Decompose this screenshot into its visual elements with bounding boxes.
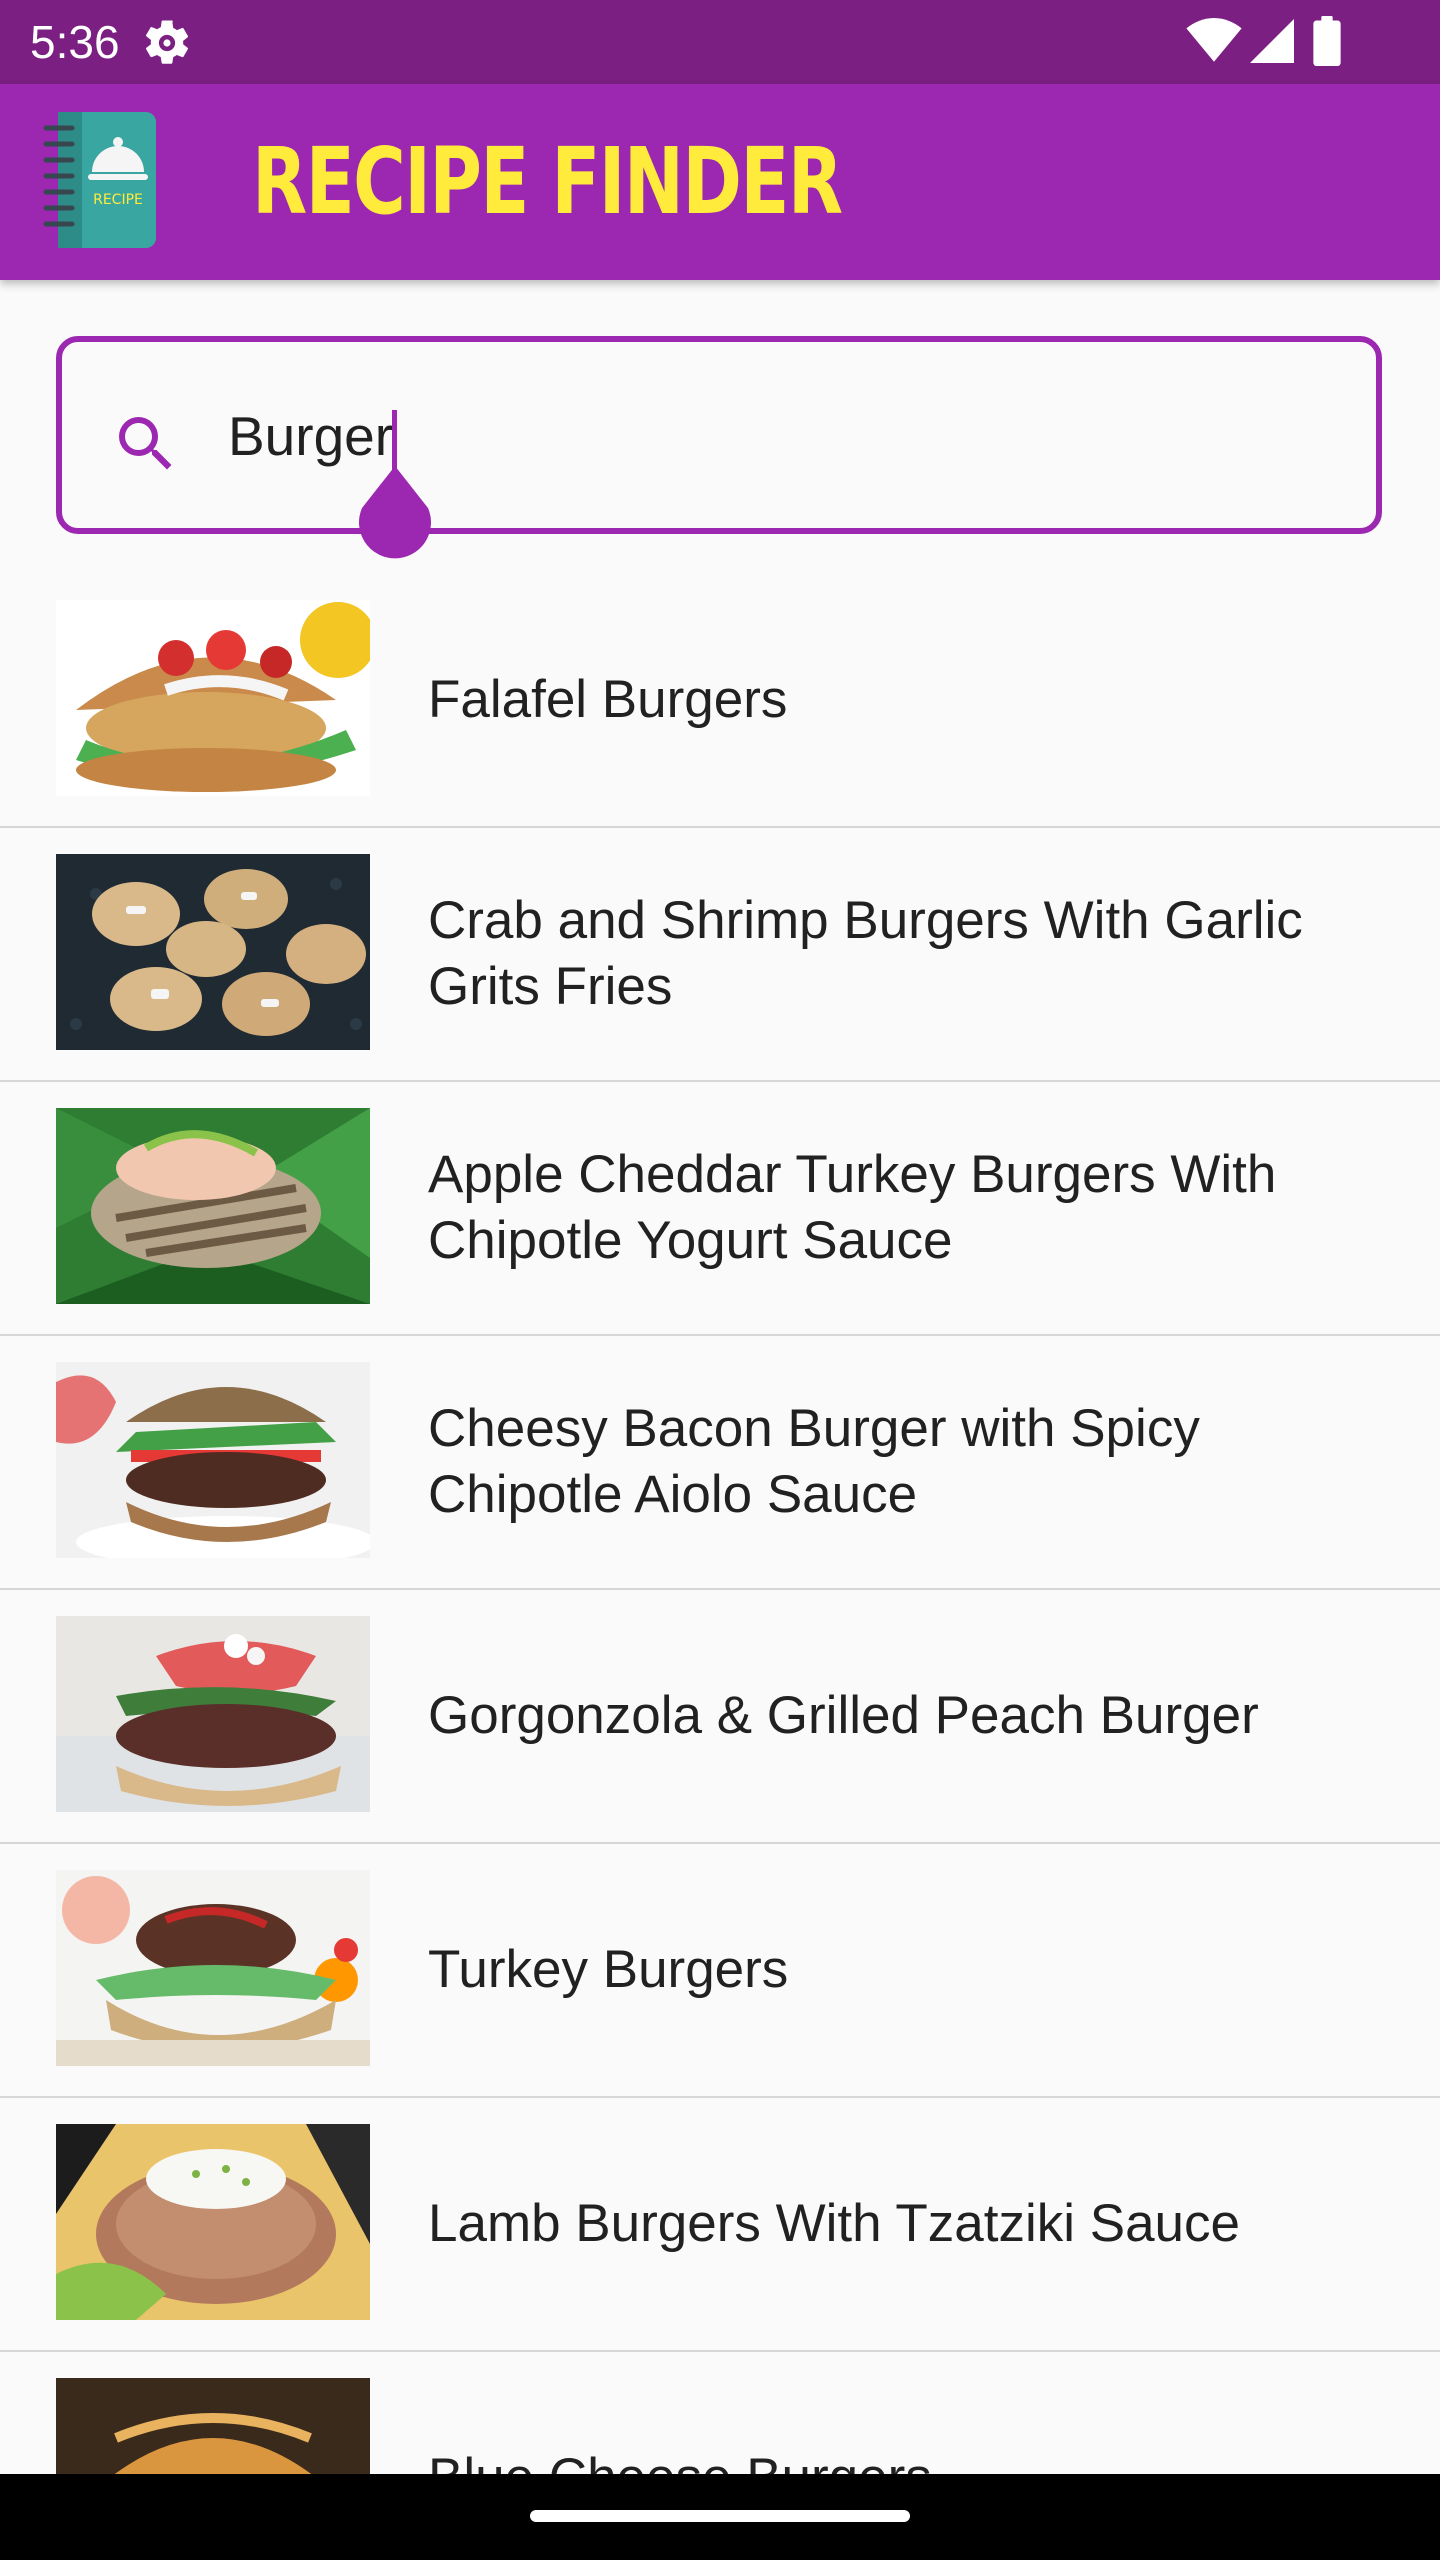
signal-icon	[1250, 19, 1294, 63]
recipe-title[interactable]: Lamb Burgers With Tzatziki Sauce	[428, 2098, 1388, 2350]
recipe-item[interactable]: Crab and Shrimp Burgers With Garlic Grit…	[0, 828, 1440, 1082]
status-time: 5:36	[30, 16, 120, 68]
settings-gear-icon	[145, 20, 189, 64]
search-input[interactable]: Burger	[56, 336, 1382, 559]
recipe-item[interactable]: Lamb Burgers With Tzatziki Sauce	[0, 2098, 1440, 2352]
search-icon	[119, 417, 172, 470]
recipe-image	[56, 1616, 370, 1812]
recipe-book-logo: RECIPE	[43, 112, 156, 248]
recipe-item[interactable]: Apple Cheddar Turkey Burgers With Chipot…	[0, 1082, 1440, 1336]
app-bar: RECIPE RECIPE FINDER	[0, 84, 1440, 280]
recipe-title[interactable]: Crab and Shrimp Burgers With Garlic Grit…	[428, 828, 1388, 1080]
app-title: RECIPE FINDER	[252, 128, 843, 235]
recipe-title[interactable]: Gorgonzola & Grilled Peach Burger	[428, 1590, 1388, 1842]
recipe-image	[56, 1108, 370, 1304]
recipe-image	[56, 1362, 370, 1558]
status-bar: 5:36	[0, 0, 1440, 84]
recipe-title[interactable]: Falafel Burgers	[428, 574, 1388, 826]
recipe-item[interactable]: Blue Cheese Burgers	[0, 2352, 1440, 2474]
recipe-item[interactable]: Gorgonzola & Grilled Peach Burger	[0, 1590, 1440, 1844]
search-value[interactable]: Burger	[228, 400, 393, 472]
recipe-title[interactable]: Apple Cheddar Turkey Burgers With Chipot…	[428, 1082, 1388, 1334]
battery-icon	[1313, 16, 1341, 66]
home-gesture-handle[interactable]	[530, 2510, 910, 2522]
recipe-title[interactable]: Turkey Burgers	[428, 1844, 1388, 2096]
text-cursor	[392, 410, 397, 474]
recipe-title[interactable]: Blue Cheese Burgers	[428, 2352, 1388, 2474]
recipe-item[interactable]: Turkey Burgers	[0, 1844, 1440, 2098]
recipe-item[interactable]: Cheesy Bacon Burger with Spicy Chipotle …	[0, 1336, 1440, 1590]
recipe-item[interactable]: Falafel Burgers	[0, 574, 1440, 828]
recipe-image	[56, 2378, 370, 2474]
recipe-image	[56, 600, 370, 796]
recipe-image	[56, 854, 370, 1050]
recipe-image	[56, 2124, 370, 2320]
logo-text: RECIPE	[93, 192, 143, 208]
recipe-title[interactable]: Cheesy Bacon Burger with Spicy Chipotle …	[428, 1336, 1388, 1588]
navigation-bar	[0, 2474, 1440, 2560]
recipe-image	[56, 1870, 370, 2066]
recipe-list[interactable]: Falafel Burgers Crab and Shrimp Burgers …	[0, 574, 1440, 2474]
cursor-handle[interactable]	[354, 466, 436, 564]
wifi-icon	[1186, 18, 1242, 62]
